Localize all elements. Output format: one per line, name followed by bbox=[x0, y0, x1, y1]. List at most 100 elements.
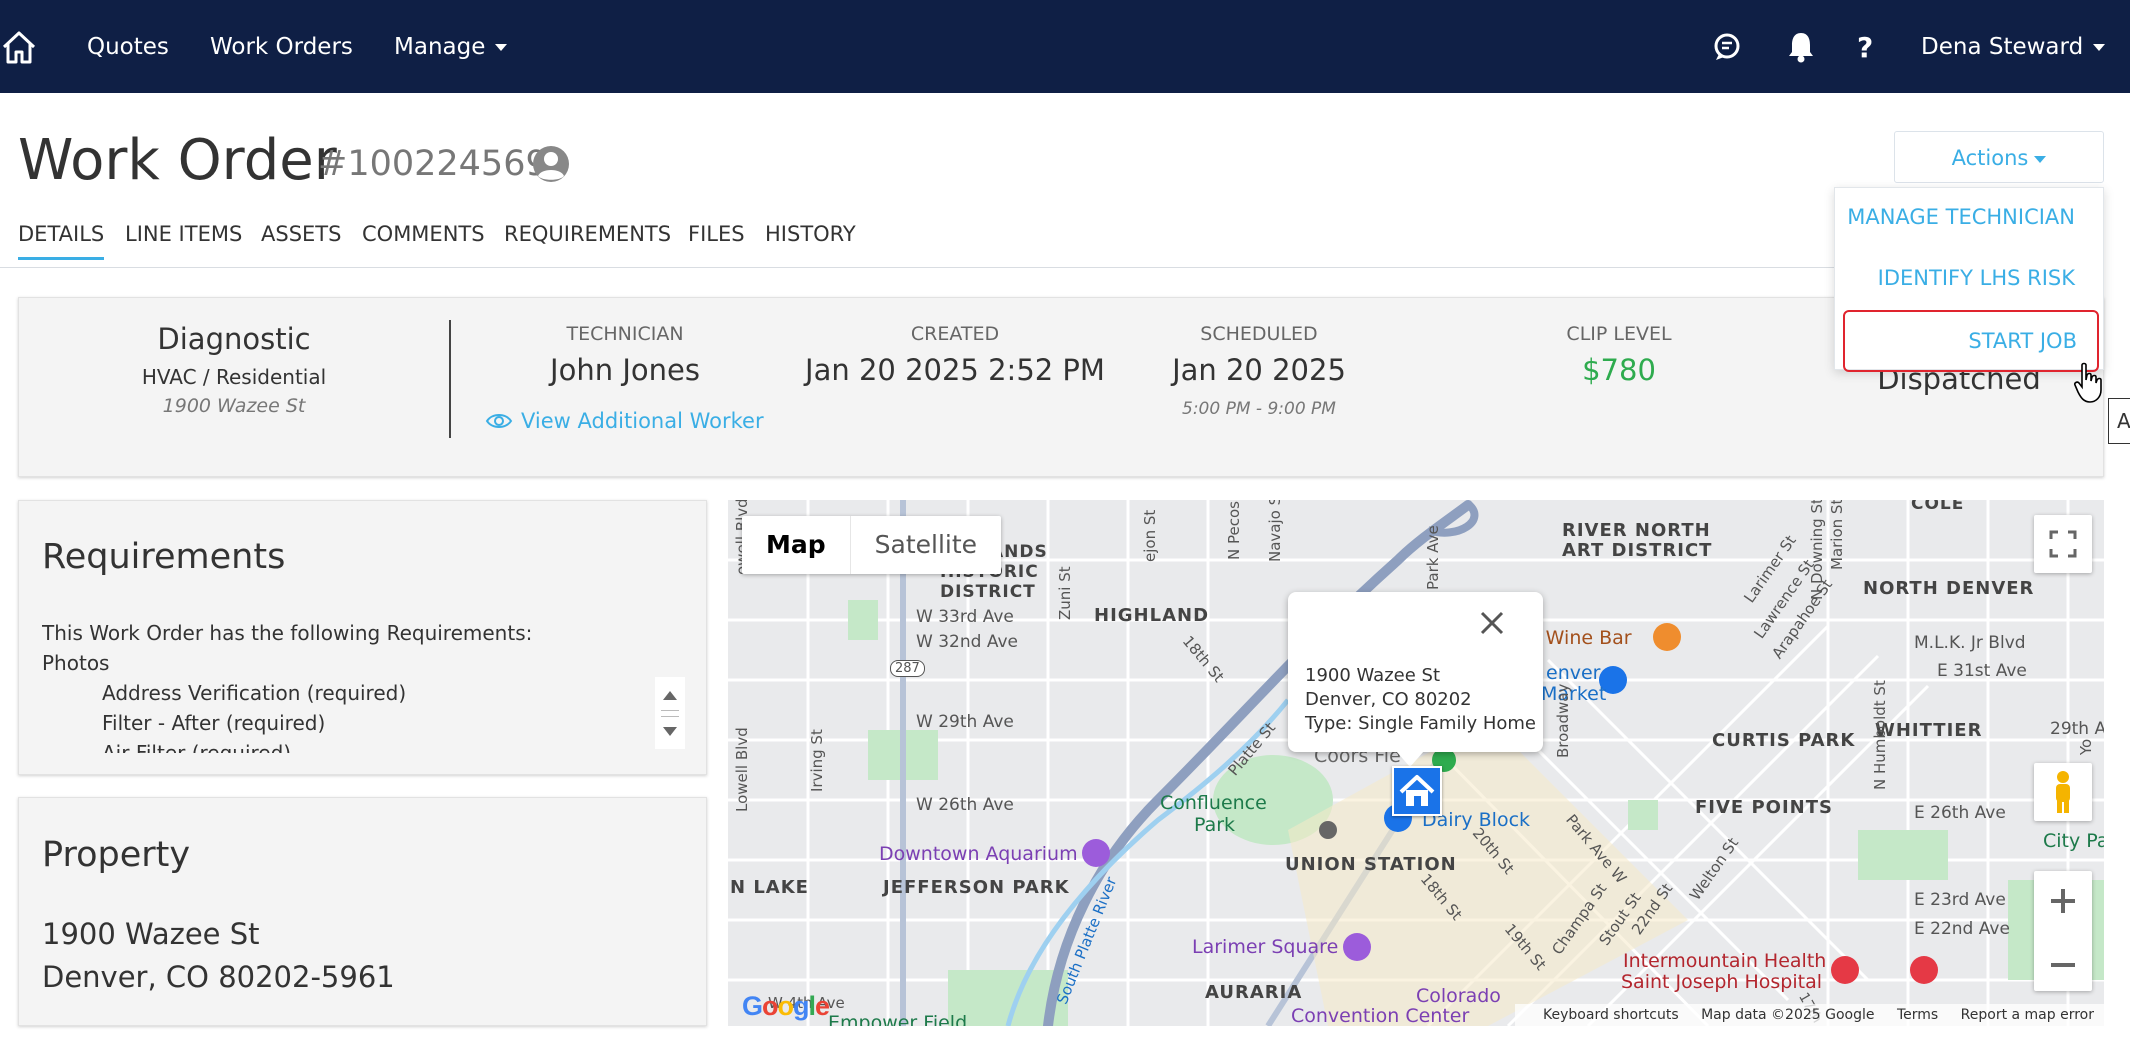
divider bbox=[449, 320, 451, 438]
map-type-toggle: Map Satellite bbox=[742, 516, 1002, 574]
satellite-mode-button[interactable]: Satellite bbox=[851, 516, 1001, 574]
created-label: CREATED bbox=[910, 323, 1000, 345]
view-additional-worker-link[interactable]: View Additional Worker bbox=[485, 409, 764, 433]
zoom-out-icon[interactable] bbox=[2034, 935, 2092, 995]
tab-bar: DETAILS LINE ITEMS ASSETS COMMENTS REQUI… bbox=[0, 218, 2104, 268]
created-date: Jan 20 2025 2:52 PM bbox=[805, 353, 1105, 387]
tab-line-items[interactable]: LINE ITEMS bbox=[125, 222, 242, 246]
fullscreen-button[interactable] bbox=[2034, 515, 2092, 573]
work-order-number: #100224569 bbox=[318, 144, 548, 184]
nav-quotes[interactable]: Quotes bbox=[87, 0, 169, 93]
map-label: E 26th Ave bbox=[1914, 803, 2006, 823]
nav-work-orders[interactable]: Work Orders bbox=[210, 0, 353, 93]
map-label: Market bbox=[1541, 683, 1607, 705]
user-menu[interactable]: Dena Steward bbox=[1921, 0, 2106, 93]
property-address: 1900 Wazee St Denver, CO 80202-5961 bbox=[42, 913, 395, 999]
map-label: Saint Joseph Hospital bbox=[1621, 971, 1822, 993]
job-category: HVAC / Residential bbox=[141, 365, 327, 389]
map-label: Larimer Square bbox=[1192, 936, 1339, 958]
terms-link[interactable]: Terms bbox=[1897, 1007, 1938, 1023]
fullscreen-icon bbox=[2049, 530, 2077, 558]
job-type: Diagnostic bbox=[157, 322, 311, 356]
caret-down-icon bbox=[2093, 44, 2106, 51]
map-label: Broadway bbox=[1554, 683, 1572, 758]
tab-history[interactable]: HISTORY bbox=[765, 222, 856, 246]
property-line1: 1900 Wazee St bbox=[42, 917, 260, 951]
menu-item-identify-lhs-risk[interactable]: IDENTIFY LHS RISK bbox=[1878, 266, 2075, 290]
clip-level-label: CLIP LEVEL bbox=[1566, 323, 1672, 345]
scroll-track bbox=[661, 716, 679, 717]
map-label: 29th A bbox=[2050, 719, 2104, 739]
actions-button[interactable]: Actions bbox=[1894, 131, 2104, 183]
info-window-text: 1900 Wazee St Denver, CO 80202 Type: Sin… bbox=[1305, 664, 1536, 736]
map-label: W 29th Ave bbox=[916, 712, 1014, 732]
technician-column: TECHNICIAN John Jones bbox=[525, 323, 725, 387]
property-panel: Property 1900 Wazee St Denver, CO 80202-… bbox=[18, 797, 707, 1026]
map-label: WHITTIER bbox=[1875, 720, 1983, 741]
pegman-icon bbox=[2056, 771, 2070, 813]
scheduled-column: SCHEDULED Jan 20 2025 5:00 PM - 9:00 PM bbox=[1139, 323, 1379, 419]
map-mode-button[interactable]: Map bbox=[742, 516, 851, 574]
info-line: Denver, CO 80202 bbox=[1305, 689, 1472, 710]
map-label: CURTIS PARK bbox=[1712, 730, 1856, 751]
menu-item-manage-technician[interactable]: MANAGE TECHNICIAN bbox=[1847, 205, 2075, 229]
bell-icon[interactable] bbox=[1784, 30, 1818, 64]
location-marker[interactable] bbox=[1392, 766, 1442, 816]
map-footer: Keyboard shortcuts Map data ©2025 Google… bbox=[1515, 1004, 2104, 1026]
info-line: 1900 Wazee St bbox=[1305, 665, 1441, 686]
menu-item-start-job[interactable]: START JOB bbox=[1843, 310, 2099, 372]
map-label: enver bbox=[1546, 662, 1601, 684]
map-label: Confluence bbox=[1160, 792, 1267, 814]
scroll-control[interactable] bbox=[655, 677, 685, 749]
close-icon[interactable] bbox=[1479, 610, 1505, 636]
map-label: Marion St bbox=[1828, 500, 1846, 570]
map-label: FIVE POINTS bbox=[1695, 797, 1833, 818]
requirement-item: Air Filter (required) bbox=[102, 741, 292, 753]
map-label: N LAKE bbox=[730, 877, 809, 898]
keyboard-shortcuts-link[interactable]: Keyboard shortcuts bbox=[1543, 1007, 1679, 1023]
tab-requirements[interactable]: REQUIREMENTS bbox=[504, 222, 671, 246]
requirements-group: Photos bbox=[42, 651, 110, 675]
tab-files[interactable]: FILES bbox=[688, 222, 745, 246]
zoom-in-icon[interactable] bbox=[2034, 871, 2092, 931]
map-view[interactable]: RIVER NORTH ART DISTRICT COLE NORTH DENV… bbox=[728, 500, 2104, 1026]
map-label: M.L.K. Jr Blvd bbox=[1914, 633, 2026, 653]
tab-comments[interactable]: COMMENTS bbox=[362, 222, 485, 246]
info-line: Type: Single Family Home bbox=[1305, 713, 1536, 734]
nav-manage-label: Manage bbox=[394, 34, 486, 60]
map-label: AURARIA bbox=[1205, 982, 1303, 1003]
user-circle-icon[interactable] bbox=[532, 145, 570, 183]
map-label: W 26th Ave bbox=[916, 795, 1014, 815]
nav-manage[interactable]: Manage bbox=[394, 0, 508, 93]
scroll-up-icon[interactable] bbox=[663, 691, 677, 700]
map-label: City Park bbox=[2043, 830, 2104, 852]
map-label: E 31st Ave bbox=[1937, 661, 2027, 681]
map-label: Colorado bbox=[1416, 985, 1501, 1007]
map-label: DISTRICT bbox=[940, 582, 1036, 602]
caret-down-icon bbox=[495, 44, 508, 51]
chat-icon[interactable] bbox=[1710, 30, 1744, 64]
street-view-button[interactable] bbox=[2034, 763, 2092, 821]
home-icon[interactable] bbox=[0, 28, 38, 66]
property-line2: Denver, CO 80202-5961 bbox=[42, 960, 395, 994]
work-order-summary: Diagnostic HVAC / Residential 1900 Wazee… bbox=[18, 297, 2104, 477]
requirements-list[interactable]: This Work Order has the following Requir… bbox=[42, 618, 642, 753]
clip-level-column: CLIP LEVEL $780 bbox=[1519, 323, 1719, 387]
hand-cursor-icon bbox=[2074, 362, 2102, 403]
highway-shield: 287 bbox=[890, 660, 925, 677]
scroll-down-icon[interactable] bbox=[663, 727, 677, 736]
map-label: Irving St bbox=[808, 729, 826, 792]
help-icon[interactable]: ? bbox=[1857, 0, 1873, 93]
eye-icon bbox=[485, 414, 513, 428]
scheduled-label: SCHEDULED bbox=[1200, 323, 1318, 345]
tab-details[interactable]: DETAILS bbox=[18, 222, 105, 260]
requirements-title: Requirements bbox=[42, 537, 286, 577]
tab-assets[interactable]: ASSETS bbox=[261, 222, 341, 246]
requirement-item: Filter - After (required) bbox=[102, 711, 326, 735]
map-label: N Humboldt St bbox=[1871, 680, 1889, 790]
report-map-error-link[interactable]: Report a map error bbox=[1961, 1007, 2094, 1023]
map-label: COLE bbox=[1911, 500, 1965, 514]
map-label: HIGHLAND bbox=[1094, 605, 1210, 626]
technician-label: TECHNICIAN bbox=[566, 323, 684, 345]
map-label: Navajo St bbox=[1266, 500, 1284, 562]
